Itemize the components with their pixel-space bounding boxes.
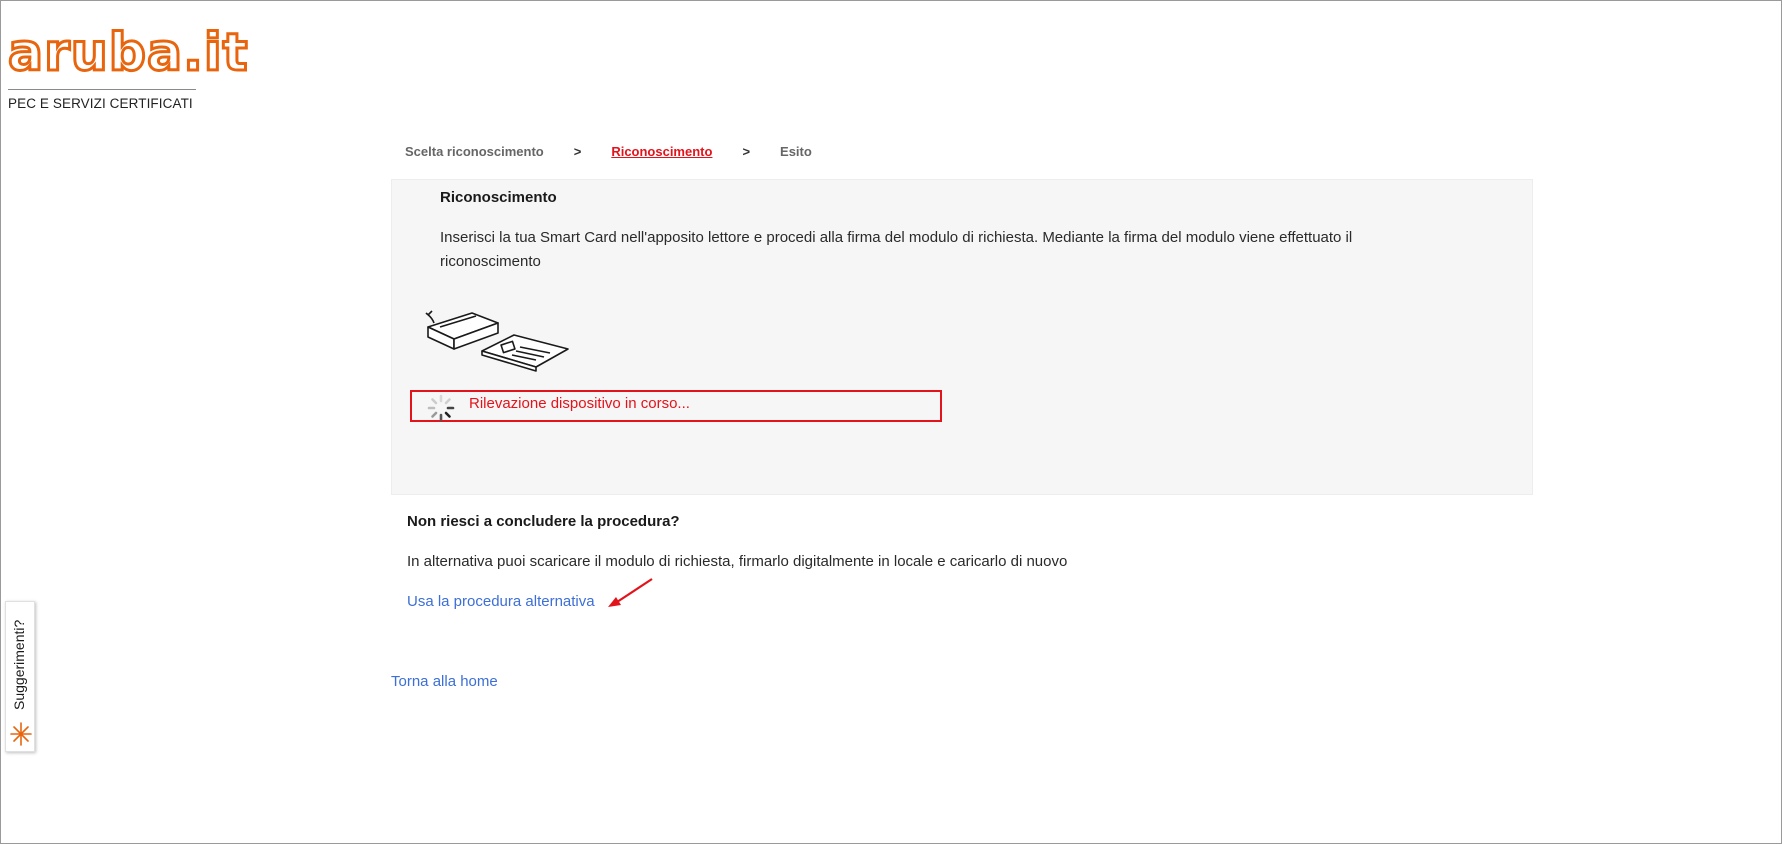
step-esito: Esito	[780, 144, 812, 159]
loading-spinner-icon	[426, 393, 456, 428]
help-text: In alternativa puoi scaricare il modulo …	[407, 553, 1068, 570]
logo-divider	[8, 89, 196, 90]
logo-tagline: PEC E SERVIZI CERTIFICATI	[8, 96, 193, 111]
aruba-logo[interactable]: aruba.it PEC E SERVIZI CERTIFICATI	[7, 23, 250, 112]
panel-title: Riconoscimento	[440, 189, 557, 206]
detection-status-text: Rilevazione dispositivo in corso...	[469, 395, 690, 412]
device-detection-status: Rilevazione dispositivo in corso...	[410, 390, 942, 422]
step-separator: >	[742, 144, 751, 159]
alternative-procedure-link[interactable]: Usa la procedura alternativa	[407, 593, 595, 610]
smart-card-reader-icon	[424, 305, 584, 390]
page-frame: aruba.it PEC E SERVIZI CERTIFICATI Scelt…	[0, 0, 1782, 844]
help-title: Non riesci a concludere la procedura?	[407, 513, 680, 530]
feedback-label: Suggerimenti?	[11, 619, 27, 710]
feedback-tab[interactable]: Suggerimenti?	[5, 601, 35, 752]
pointer-arrow-icon	[606, 577, 656, 614]
sparkle-icon	[10, 722, 32, 751]
step-separator: >	[573, 144, 582, 159]
step-riconoscimento: Riconoscimento	[611, 144, 713, 159]
step-scelta-riconoscimento: Scelta riconoscimento	[405, 144, 544, 159]
logo-wordmark: aruba.it	[7, 23, 250, 83]
panel-instructions: Inserisci la tua Smart Card nell'apposit…	[440, 229, 1353, 270]
progress-steps: Scelta riconoscimento > Riconoscimento >…	[405, 144, 812, 159]
back-home-link[interactable]: Torna alla home	[391, 673, 498, 690]
recognition-panel: Riconoscimento Inserisci la tua Smart Ca…	[391, 179, 1533, 495]
